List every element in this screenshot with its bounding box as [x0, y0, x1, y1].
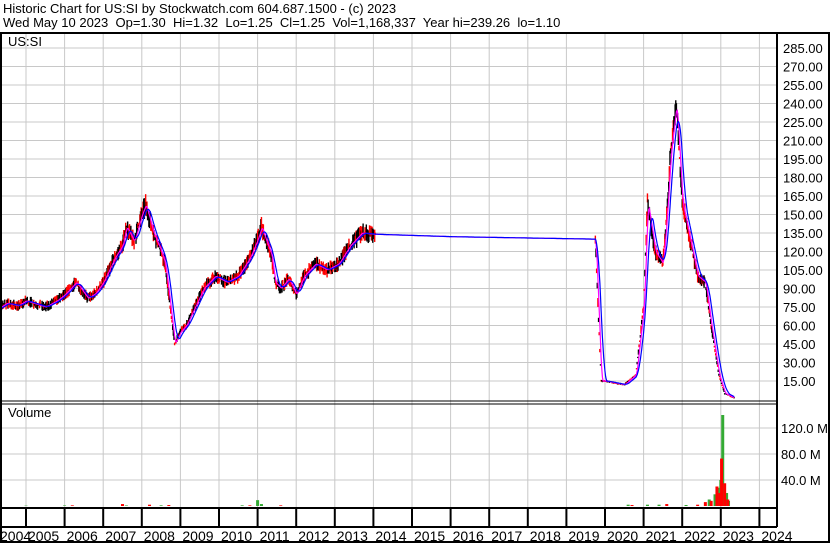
- y-tick-label: 240.00: [783, 97, 823, 112]
- price-panel-label: US:SI: [8, 34, 42, 49]
- volume-bars: [24, 415, 731, 506]
- grid: [0, 33, 777, 508]
- y-tick-label: 120.00: [783, 245, 823, 260]
- y-tick-label: 45.00: [783, 337, 816, 352]
- x-tick-label: 2016: [453, 528, 484, 543]
- long-ma-line: [0, 120, 735, 398]
- y-tick-label: 150.00: [783, 208, 823, 223]
- x-tick-label: 2018: [530, 528, 561, 543]
- y-tick-label: 225.00: [783, 115, 823, 130]
- y-tick-label: 255.00: [783, 78, 823, 93]
- y-tick-label: 75.00: [783, 300, 816, 315]
- x-tick-label: 2024: [761, 528, 792, 543]
- volume-bar: [248, 505, 252, 506]
- x-tick-label: 2009: [182, 528, 213, 543]
- y-tick-label: 195.00: [783, 152, 823, 167]
- y-tick-label: 30.00: [783, 356, 816, 371]
- volume-tick-label: 80.0 M: [781, 447, 821, 462]
- x-tick-label: 2019: [568, 528, 599, 543]
- x-tick-label: 2005: [28, 528, 59, 543]
- volume-bar: [148, 504, 152, 506]
- volume-bar: [121, 504, 124, 506]
- volume-bar: [167, 505, 171, 506]
- volume-bar: [259, 504, 263, 506]
- x-tick-label: 2013: [337, 528, 368, 543]
- y-tick-label: 180.00: [783, 171, 823, 186]
- y-tick-label: 270.00: [783, 60, 823, 75]
- chart-canvas: US:SI Volume 20042005 2006 2007 2008 2009 201…: [0, 32, 830, 543]
- volume-bar: [240, 505, 244, 506]
- volume-bar: [279, 505, 283, 506]
- x-tick-label: 2017: [491, 528, 522, 543]
- x-tick-label: 2010: [221, 528, 252, 543]
- volume-bar: [723, 483, 727, 506]
- price-series: [0, 100, 736, 399]
- x-tick-label: 2007: [105, 528, 136, 543]
- volume-bar: [703, 502, 707, 506]
- volume-panel-label: Volume: [8, 405, 51, 420]
- volume-tick-label: 40.0 M: [781, 473, 821, 488]
- y-tick-label: 105.00: [783, 263, 823, 278]
- axis-labels: 20042005 2006 2007 2008 2009 2010 2011 2012 2013…: [0, 41, 828, 543]
- y-tick-label: 285.00: [783, 41, 823, 56]
- x-tick-label: 2011: [260, 528, 290, 543]
- volume-bar: [696, 504, 700, 506]
- x-tick-label: 2021: [646, 528, 677, 543]
- volume-bar: [709, 500, 713, 506]
- x-tick-label: 2015: [414, 528, 445, 543]
- volume-bar: [159, 505, 163, 506]
- x-tick-label: 2012: [298, 528, 329, 543]
- x-tick-label: 2014: [375, 528, 406, 543]
- volume-bar: [645, 504, 649, 506]
- y-tick-label: 15.00: [783, 374, 816, 389]
- volume-bar: [626, 504, 630, 506]
- volume-bar: [657, 504, 661, 506]
- y-tick-label: 210.00: [783, 134, 823, 149]
- volume-bar: [70, 505, 74, 506]
- volume-tick-label: 120.0 M: [781, 421, 828, 436]
- y-tick-label: 90.00: [783, 282, 816, 297]
- x-tick-label: 2023: [723, 528, 754, 543]
- x-tick-label: 2006: [67, 528, 98, 543]
- x-tick-label: 2020: [607, 528, 638, 543]
- y-tick-label: 165.00: [783, 189, 823, 204]
- volume-bar: [665, 504, 669, 506]
- y-tick-label: 135.00: [783, 226, 823, 241]
- volume-bar: [715, 486, 719, 506]
- x-tick-label: 2008: [144, 528, 175, 543]
- volume-bar: [124, 505, 128, 506]
- volume-bar: [720, 458, 724, 506]
- chart-window: Historic Chart for US:SI by Stockwatch.c…: [0, 0, 830, 543]
- volume-bar: [684, 505, 688, 506]
- x-tick-label: 2022: [684, 528, 715, 543]
- x-tick-label: 2004: [0, 528, 31, 543]
- volume-bar: [726, 499, 730, 506]
- y-tick-label: 60.00: [783, 319, 816, 334]
- outer-border: [0, 32, 830, 543]
- volume-bar: [63, 505, 67, 506]
- short-ma-line: [0, 108, 735, 399]
- volume-bar: [256, 500, 260, 506]
- volume-bar: [630, 505, 634, 506]
